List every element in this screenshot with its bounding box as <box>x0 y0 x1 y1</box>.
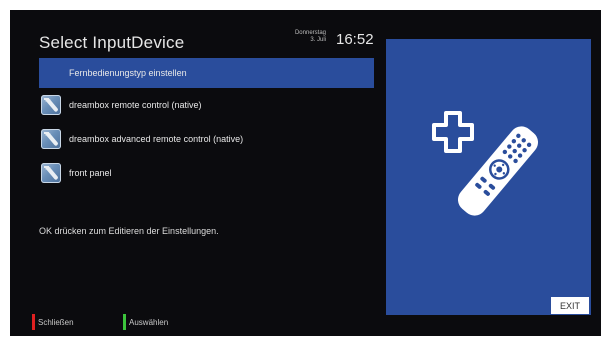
close-label: Schließen <box>38 317 74 327</box>
menu-item-label: front panel <box>69 168 112 178</box>
date-display: Donnerstag 3. Juli <box>286 30 326 44</box>
exit-button[interactable]: EXIT <box>551 297 589 314</box>
remote-device-icon <box>41 163 61 183</box>
menu-item-dreambox-advanced-remote[interactable]: dreambox advanced remote control (native… <box>39 124 374 154</box>
close-button[interactable]: Schließen <box>32 314 74 330</box>
red-key-indicator <box>32 314 35 330</box>
remote-device-icon <box>41 95 61 115</box>
menu-item-label: dreambox remote control (native) <box>69 100 202 110</box>
remote-device-icon <box>41 129 61 149</box>
menu-item-remote-type[interactable]: Fernbedienungstyp einstellen <box>39 58 374 88</box>
preview-panel: EXIT <box>386 39 591 315</box>
menu-item-label: dreambox advanced remote control (native… <box>69 134 244 144</box>
clock: 16:52 <box>336 31 374 48</box>
menu-item-front-panel[interactable]: front panel <box>39 158 374 188</box>
page-title: Select InputDevice <box>39 33 185 52</box>
tv-screen: Select InputDevice Donnerstag 3. Juli 16… <box>10 10 601 336</box>
remote-control-plus-icon <box>432 111 539 216</box>
menu-item-label: Fernbedienungstyp einstellen <box>69 68 187 78</box>
day-label: 3. Juli <box>310 37 326 43</box>
select-label: Auswählen <box>129 317 169 327</box>
menu-item-dreambox-remote[interactable]: dreambox remote control (native) <box>39 90 374 120</box>
green-key-indicator <box>123 314 126 330</box>
weekday-label: Donnerstag <box>294 30 326 36</box>
select-button[interactable]: Auswählen <box>123 314 168 330</box>
help-text: OK drücken zum Editieren der Einstellung… <box>39 226 219 236</box>
